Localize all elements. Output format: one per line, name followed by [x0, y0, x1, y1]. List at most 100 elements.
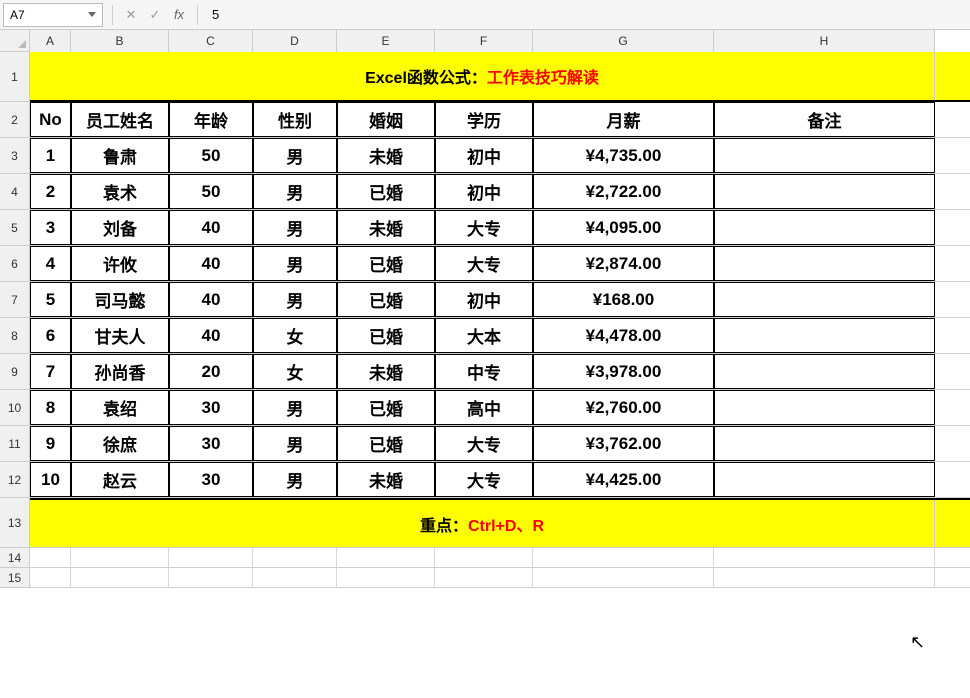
cell[interactable]: [714, 210, 935, 245]
cell[interactable]: 备注: [714, 102, 935, 137]
cell[interactable]: 30: [169, 390, 253, 425]
cell[interactable]: 甘夫人: [71, 318, 169, 353]
empty-cell[interactable]: [169, 568, 253, 587]
empty-cell[interactable]: [253, 568, 337, 587]
cell[interactable]: 大本: [435, 318, 533, 353]
cell[interactable]: 40: [169, 318, 253, 353]
cell[interactable]: ¥3,978.00: [533, 354, 714, 389]
cell[interactable]: 女: [253, 354, 337, 389]
cell[interactable]: 已婚: [337, 246, 435, 281]
cell[interactable]: 徐庶: [71, 426, 169, 461]
cell[interactable]: 鲁肃: [71, 138, 169, 173]
cell[interactable]: 男: [253, 462, 337, 497]
empty-cell[interactable]: [435, 568, 533, 587]
accept-icon[interactable]: ✓: [143, 3, 167, 27]
row-header-14[interactable]: 14: [0, 548, 29, 568]
cell[interactable]: 20: [169, 354, 253, 389]
empty-cell[interactable]: [533, 548, 714, 567]
cell[interactable]: 赵云: [71, 462, 169, 497]
cell[interactable]: 孙尚香: [71, 354, 169, 389]
cell[interactable]: [714, 354, 935, 389]
empty-cell[interactable]: [253, 548, 337, 567]
cell[interactable]: 50: [169, 174, 253, 209]
cell[interactable]: ¥4,425.00: [533, 462, 714, 497]
cell[interactable]: 初中: [435, 174, 533, 209]
row-header-2[interactable]: 2: [0, 102, 29, 138]
cell[interactable]: 学历: [435, 102, 533, 137]
cell[interactable]: [714, 174, 935, 209]
row-header-3[interactable]: 3: [0, 138, 29, 174]
cell[interactable]: ¥2,760.00: [533, 390, 714, 425]
cell[interactable]: 大专: [435, 210, 533, 245]
column-header-H[interactable]: H: [714, 30, 935, 52]
cell[interactable]: 初中: [435, 282, 533, 317]
cells-area[interactable]: ↖ Excel函数公式：工作表技巧解读No员工姓名年龄性别婚姻学历月薪备注1鲁肃…: [30, 52, 970, 588]
empty-cell[interactable]: [71, 548, 169, 567]
cell[interactable]: ¥4,478.00: [533, 318, 714, 353]
cell[interactable]: ¥2,874.00: [533, 246, 714, 281]
cell[interactable]: 30: [169, 462, 253, 497]
title-cell[interactable]: Excel函数公式：工作表技巧解读: [30, 52, 935, 100]
column-header-E[interactable]: E: [337, 30, 435, 52]
select-all-corner[interactable]: [0, 30, 30, 52]
row-header-13[interactable]: 13: [0, 498, 29, 548]
cell[interactable]: 40: [169, 246, 253, 281]
cell[interactable]: 未婚: [337, 354, 435, 389]
cell[interactable]: 未婚: [337, 210, 435, 245]
cell[interactable]: [714, 462, 935, 497]
cell[interactable]: 男: [253, 390, 337, 425]
cell[interactable]: 未婚: [337, 462, 435, 497]
cell[interactable]: 3: [30, 210, 71, 245]
cell[interactable]: 8: [30, 390, 71, 425]
empty-cell[interactable]: [435, 548, 533, 567]
cell[interactable]: 男: [253, 246, 337, 281]
row-header-11[interactable]: 11: [0, 426, 29, 462]
empty-cell[interactable]: [714, 568, 935, 587]
cell[interactable]: 司马懿: [71, 282, 169, 317]
dropdown-icon[interactable]: [88, 12, 96, 17]
empty-cell[interactable]: [337, 568, 435, 587]
cell[interactable]: 大专: [435, 246, 533, 281]
formula-input[interactable]: [204, 3, 970, 27]
cell[interactable]: 性别: [253, 102, 337, 137]
column-header-C[interactable]: C: [169, 30, 253, 52]
cell[interactable]: 已婚: [337, 282, 435, 317]
cell[interactable]: 50: [169, 138, 253, 173]
column-header-G[interactable]: G: [533, 30, 714, 52]
cell[interactable]: 月薪: [533, 102, 714, 137]
cell[interactable]: 40: [169, 282, 253, 317]
cell[interactable]: 30: [169, 426, 253, 461]
cell[interactable]: 男: [253, 138, 337, 173]
cell[interactable]: 员工姓名: [71, 102, 169, 137]
cell[interactable]: 4: [30, 246, 71, 281]
cell[interactable]: 6: [30, 318, 71, 353]
cell[interactable]: 2: [30, 174, 71, 209]
cell[interactable]: 10: [30, 462, 71, 497]
cell[interactable]: [714, 426, 935, 461]
row-header-9[interactable]: 9: [0, 354, 29, 390]
row-header-4[interactable]: 4: [0, 174, 29, 210]
column-header-F[interactable]: F: [435, 30, 533, 52]
empty-cell[interactable]: [714, 548, 935, 567]
cell[interactable]: 年龄: [169, 102, 253, 137]
column-header-B[interactable]: B: [71, 30, 169, 52]
cell[interactable]: 1: [30, 138, 71, 173]
empty-cell[interactable]: [337, 548, 435, 567]
empty-cell[interactable]: [30, 568, 71, 587]
cell[interactable]: 男: [253, 174, 337, 209]
cell[interactable]: 袁术: [71, 174, 169, 209]
row-header-5[interactable]: 5: [0, 210, 29, 246]
cell[interactable]: [714, 318, 935, 353]
cell[interactable]: 未婚: [337, 138, 435, 173]
cell[interactable]: 男: [253, 426, 337, 461]
column-header-D[interactable]: D: [253, 30, 337, 52]
cell[interactable]: [714, 138, 935, 173]
cell[interactable]: [714, 390, 935, 425]
cell[interactable]: 大专: [435, 426, 533, 461]
cell[interactable]: 袁绍: [71, 390, 169, 425]
row-header-15[interactable]: 15: [0, 568, 29, 588]
cell[interactable]: 中专: [435, 354, 533, 389]
cell[interactable]: 女: [253, 318, 337, 353]
cell[interactable]: 刘备: [71, 210, 169, 245]
cell[interactable]: [714, 246, 935, 281]
